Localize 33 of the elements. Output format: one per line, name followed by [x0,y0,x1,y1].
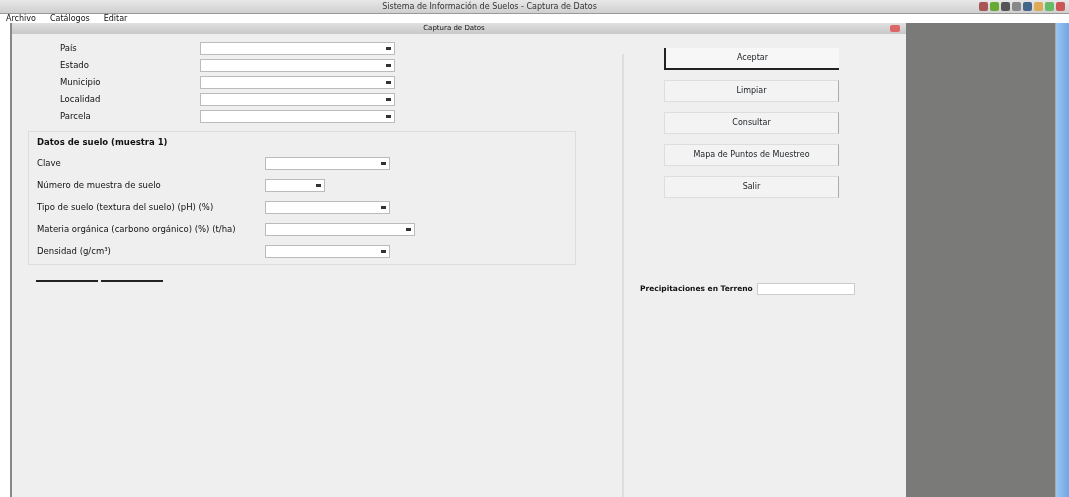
input-field[interactable] [756,283,855,295]
field-label: Densidad (g/cm³) [37,244,112,258]
window-title: Sistema de Información de Suelos - Captura de Datos [381,0,598,13]
button[interactable]: Limpiar [664,80,839,102]
button[interactable]: Aceptar [664,48,839,70]
dropdown[interactable] [265,222,415,236]
field-label: Materia orgánica (carbono orgánico) (%) (t/ha) [37,222,237,236]
field-label: Estado [60,59,90,72]
group-title: Datos de suelo (muestra 1) [37,136,169,149]
field-label: Parcela [60,110,92,123]
dropdown[interactable] [200,93,395,106]
field-label: Municipio [60,76,102,89]
close-icon[interactable] [890,25,900,32]
dropdown[interactable] [200,110,395,123]
button[interactable]: Salir [664,176,839,198]
dropdown[interactable] [265,156,390,170]
menu-item[interactable]: Archivo [6,14,36,23]
field-label: Número de muestra de suelo [37,178,162,192]
field-label: Tipo de suelo (textura del suelo) (pH) (%) [37,200,215,214]
menu-item[interactable]: Catálogos [49,14,90,23]
dropdown[interactable] [265,178,325,192]
button[interactable]: Mapa de Puntos de Muestreo [664,144,839,166]
dropdown[interactable] [200,76,395,89]
field-label: País [60,42,78,55]
field-label: Clave [37,156,62,170]
menu-item[interactable]: Editar [103,14,128,23]
button[interactable]: Consultar [664,112,839,134]
dropdown[interactable] [200,59,395,72]
dropdown[interactable] [265,244,390,258]
scrollbar[interactable] [1055,23,1069,497]
dropdown[interactable] [265,200,390,214]
field-label: Localidad [60,93,102,106]
dropdown[interactable] [200,42,395,55]
